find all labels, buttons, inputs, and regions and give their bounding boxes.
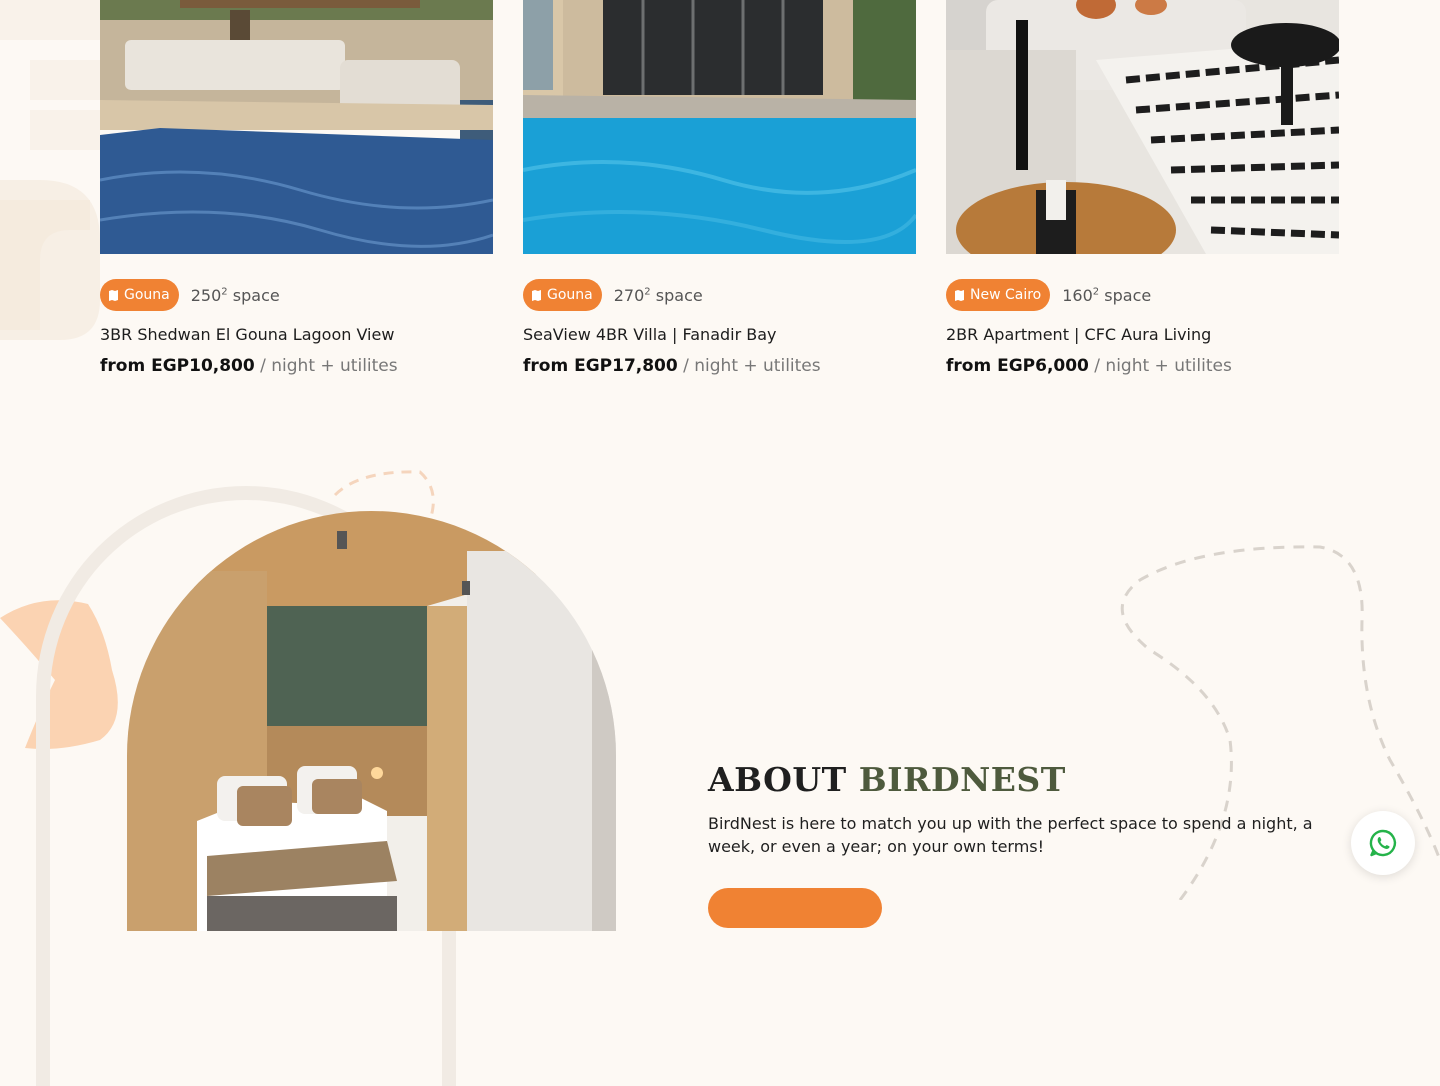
listing-card[interactable]: New Cairo 1602 space 2BR Apartment | CFC…: [946, 0, 1339, 376]
listing-price: from EGP6,000 / night + utilites: [946, 356, 1232, 376]
location-label: Gouna: [547, 287, 593, 303]
whatsapp-icon: [1369, 829, 1397, 857]
space-info: 1602 space: [1062, 285, 1152, 305]
map-pin-icon: [532, 289, 541, 301]
listing-title[interactable]: 3BR Shedwan El Gouna Lagoon View: [100, 325, 493, 344]
pool-lounge-image: [100, 0, 493, 254]
listing-price: from EGP17,800 / night + utilites: [523, 356, 821, 376]
about-title: ABOUT BIRDNEST: [708, 760, 1066, 799]
listing-card[interactable]: Gouna 2502 space 3BR Shedwan El Gouna La…: [100, 0, 493, 376]
space-info: 2502 space: [190, 285, 280, 305]
map-pin-icon: [955, 289, 964, 301]
about-description: BirdNest is here to match you up with th…: [708, 814, 1313, 856]
location-label: New Cairo: [970, 287, 1042, 303]
listing-card[interactable]: Gouna 2702 space SeaView 4BR Villa | Fan…: [523, 0, 916, 376]
location-badge[interactable]: New Cairo: [946, 279, 1051, 311]
location-badge[interactable]: Gouna: [523, 279, 602, 311]
space-info: 2702 space: [613, 285, 703, 305]
listing-title[interactable]: SeaView 4BR Villa | Fanadir Bay: [523, 325, 916, 344]
listing-title[interactable]: 2BR Apartment | CFC Aura Living: [946, 325, 1339, 344]
map-pin-icon: [109, 289, 118, 301]
listing-photo[interactable]: [100, 0, 493, 254]
whatsapp-button[interactable]: [1351, 811, 1415, 875]
listing-photo[interactable]: [946, 0, 1339, 254]
about-cta-button[interactable]: [708, 888, 882, 928]
location-label: Gouna: [124, 287, 170, 303]
location-badge[interactable]: Gouna: [100, 279, 179, 311]
listing-price: from EGP10,800 / night + utilites: [100, 356, 398, 376]
villa-pool-image: [523, 0, 916, 254]
apartment-living-room-image: [946, 0, 1339, 254]
listing-photo[interactable]: [523, 0, 916, 254]
